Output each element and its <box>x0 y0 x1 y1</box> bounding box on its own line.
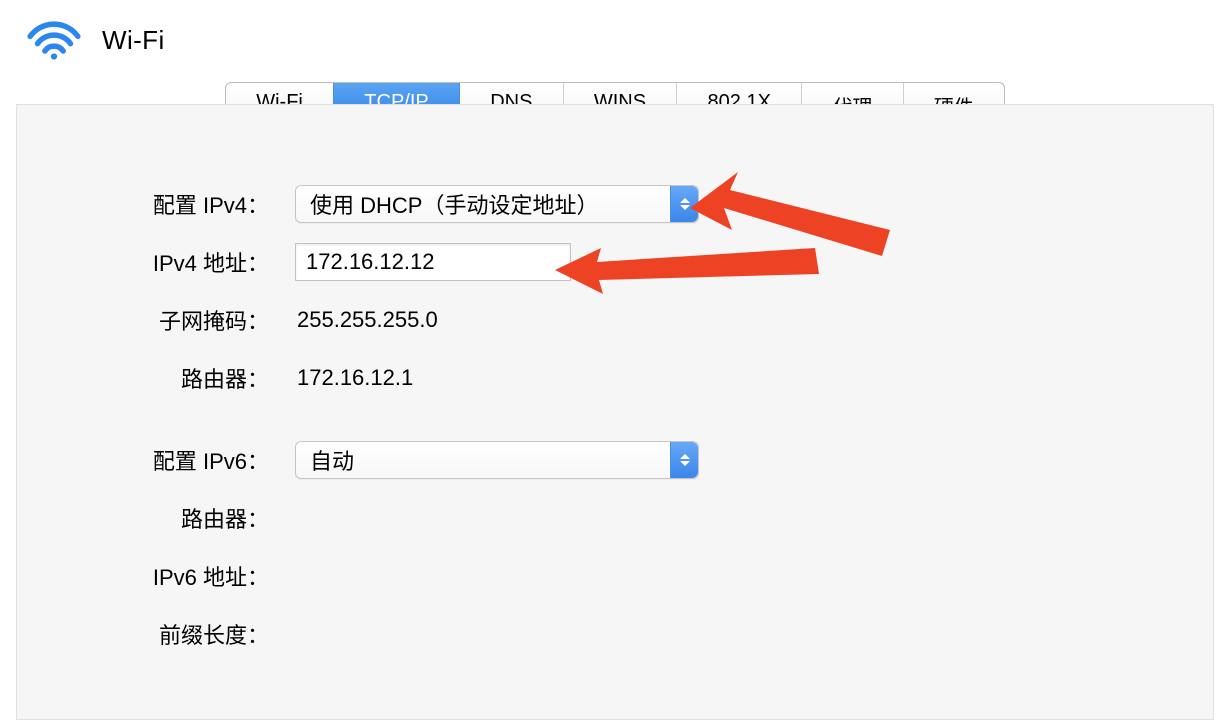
select-config-ipv6-value: 自动 <box>296 444 670 476</box>
updown-icon <box>670 442 698 478</box>
row-ipv4-address: IPv4 地址： <box>77 233 917 291</box>
row-prefix-length: 前缀长度： <box>77 605 917 663</box>
header: Wi-Fi <box>0 0 1230 72</box>
settings-panel: 配置 IPv4： 使用 DHCP（手动设定地址） IPv4 地址： 子网掩码： … <box>16 104 1214 720</box>
row-subnet-mask: 子网掩码： 255.255.255.0 <box>77 291 917 349</box>
label-config-ipv4: 配置 IPv4： <box>77 188 277 220</box>
label-prefix-length: 前缀长度： <box>77 618 277 650</box>
value-router-ipv4: 172.16.12.1 <box>297 365 413 391</box>
label-subnet-mask: 子网掩码： <box>77 304 277 336</box>
select-config-ipv6[interactable]: 自动 <box>295 441 699 479</box>
updown-icon <box>670 186 698 222</box>
row-router-ipv6: 路由器： <box>77 489 917 547</box>
select-config-ipv4-value: 使用 DHCP（手动设定地址） <box>296 188 670 220</box>
wifi-icon <box>24 18 84 62</box>
row-ipv6-address: IPv6 地址： <box>77 547 917 605</box>
label-config-ipv6: 配置 IPv6： <box>77 444 277 476</box>
label-ipv4-address: IPv4 地址： <box>77 246 277 278</box>
input-ipv4-address[interactable] <box>295 243 571 281</box>
label-router-ipv6: 路由器： <box>77 502 277 534</box>
page-title: Wi-Fi <box>102 25 165 56</box>
select-config-ipv4[interactable]: 使用 DHCP（手动设定地址） <box>295 185 699 223</box>
row-config-ipv4: 配置 IPv4： 使用 DHCP（手动设定地址） <box>77 175 917 233</box>
row-config-ipv6: 配置 IPv6： 自动 <box>77 431 917 489</box>
label-ipv6-address: IPv6 地址： <box>77 560 277 592</box>
tcpip-form: 配置 IPv4： 使用 DHCP（手动设定地址） IPv4 地址： 子网掩码： … <box>77 175 917 663</box>
value-subnet-mask: 255.255.255.0 <box>297 307 438 333</box>
label-router-ipv4: 路由器： <box>77 362 277 394</box>
row-router-ipv4: 路由器： 172.16.12.1 <box>77 349 917 407</box>
